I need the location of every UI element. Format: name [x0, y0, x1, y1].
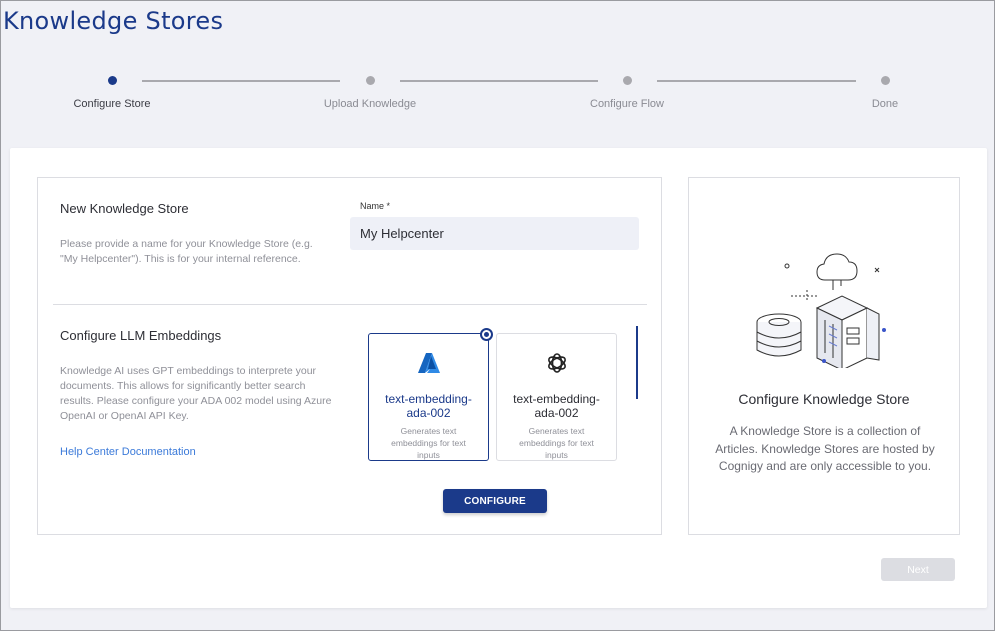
info-card: Configure Knowledge Store A Knowledge St… [688, 177, 960, 535]
step-dot [622, 76, 632, 85]
name-input[interactable] [350, 217, 639, 250]
page-title: Knowledge Stores [3, 7, 224, 35]
store-form-card: New Knowledge Store Please provide a nam… [37, 177, 662, 535]
step-upload-knowledge[interactable]: Upload Knowledge [290, 69, 450, 110]
option-title: text-embedding-ada-002 [385, 392, 472, 420]
step-dot [365, 76, 375, 85]
step-dot [880, 76, 890, 85]
step-label: Done [871, 98, 899, 110]
radio-selected-icon[interactable] [480, 328, 493, 341]
step-done[interactable]: Done [805, 69, 965, 110]
openai-icon [547, 353, 566, 373]
option-title: text-embedding-ada-002 [513, 392, 600, 420]
option-openai-embedding[interactable]: text-embedding-ada-002 Generates text em… [496, 333, 617, 461]
help-center-link[interactable]: Help Center Documentation [60, 446, 196, 458]
step-configure-flow[interactable]: Configure Flow [547, 69, 707, 110]
info-card-title: Configure Knowledge Store [738, 391, 910, 407]
next-button[interactable]: Next [881, 558, 955, 581]
step-dot [107, 76, 117, 85]
option-description: Generates text embeddings for text input… [519, 426, 594, 460]
store-section-title: New Knowledge Store [60, 201, 189, 216]
option-description: Generates text embeddings for text input… [391, 426, 466, 460]
step-label: Upload Knowledge [323, 98, 417, 110]
embeddings-section-description: Knowledge AI uses GPT embeddings to inte… [60, 365, 332, 422]
step-label: Configure Store [73, 98, 151, 110]
step-label: Configure Flow [590, 98, 664, 110]
name-field-label: Name * [360, 201, 391, 211]
configure-button[interactable]: CONFIGURE [443, 489, 547, 513]
progress-stepper: Configure Store Upload Knowledge Configu… [1, 69, 995, 129]
main-panel: New Knowledge Store Please provide a nam… [10, 148, 987, 608]
store-section-description: Please provide a name for your Knowledge… [60, 238, 313, 265]
knowledge-store-illustration [756, 253, 886, 368]
info-card-description: A Knowledge Store is a collection of Art… [715, 424, 935, 473]
embeddings-section-title: Configure LLM Embeddings [60, 328, 222, 343]
options-scrollbar[interactable] [636, 326, 638, 399]
azure-icon [417, 353, 440, 373]
step-configure-store[interactable]: Configure Store [32, 69, 192, 110]
option-azure-embedding[interactable]: text-embedding-ada-002 Generates text em… [368, 328, 493, 461]
section-divider [53, 304, 647, 305]
